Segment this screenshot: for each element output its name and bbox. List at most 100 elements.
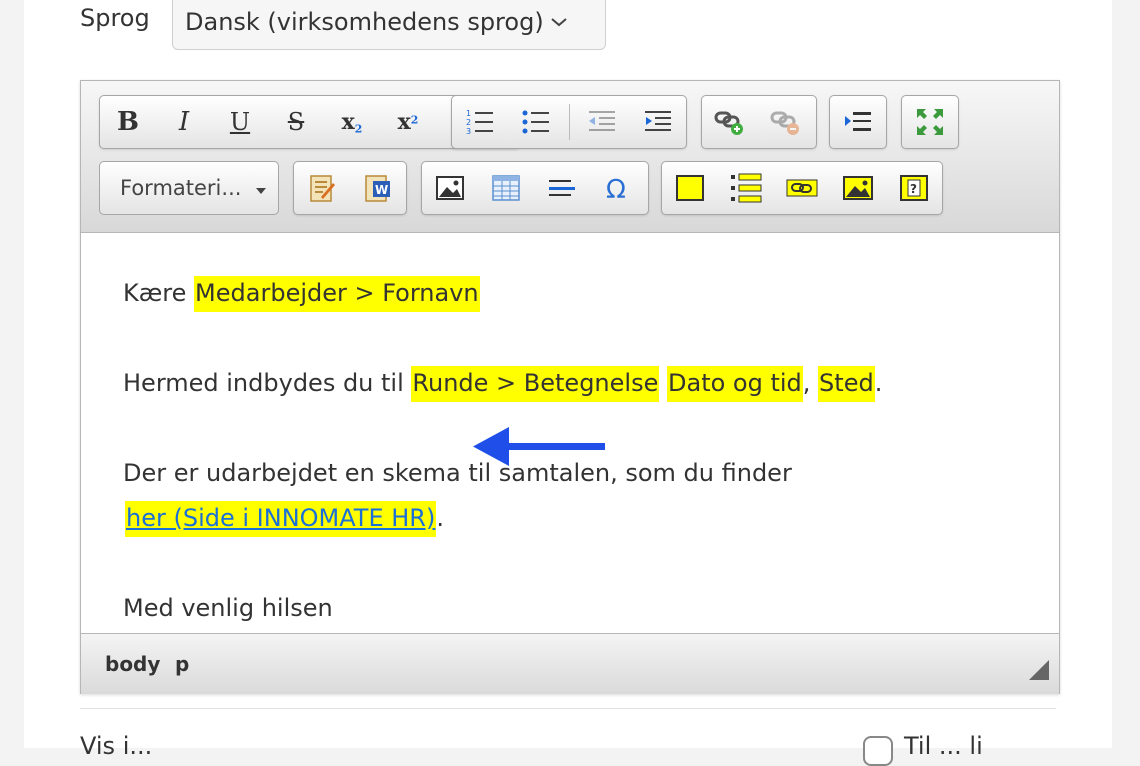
- superscript-button[interactable]: x2: [386, 100, 430, 144]
- list-group: 1 2 3: [451, 95, 687, 149]
- rich-text-editor: B I U S x2 x2 1 2 3 Formateri... W Ω ? K…: [80, 80, 1060, 694]
- underline-icon: U: [229, 108, 251, 136]
- format-dropdown-label: Formateri...: [120, 176, 242, 200]
- superscript-index: 2: [410, 113, 419, 127]
- paragraph-closing: Med venlig hilsen: [123, 594, 333, 622]
- subscript-button[interactable]: x2: [330, 100, 374, 144]
- element-path-p[interactable]: p: [175, 652, 189, 676]
- bottom-section-label: Vis i...: [80, 732, 153, 760]
- link-period: .: [436, 504, 444, 532]
- image-icon: [436, 176, 464, 200]
- strikethrough-button[interactable]: S: [274, 100, 318, 144]
- bold-button[interactable]: B: [106, 100, 150, 144]
- paste-word-icon: W: [365, 175, 390, 202]
- superscript-icon: x2: [398, 109, 419, 135]
- subscript-base: x: [341, 108, 355, 135]
- editor-statusbar: body p: [81, 633, 1059, 694]
- bold-icon: B: [117, 107, 139, 137]
- link-group: [701, 95, 817, 149]
- merge-list-icon: [731, 173, 762, 203]
- special-char-button[interactable]: Ω: [596, 166, 640, 210]
- unlink-icon: [770, 111, 799, 135]
- merge-field-group: ?: [661, 161, 943, 215]
- bulleted-list-button[interactable]: [514, 100, 558, 144]
- bottom-checkbox[interactable]: [863, 736, 893, 766]
- insert-image-button[interactable]: [428, 166, 472, 210]
- italic-button[interactable]: I: [162, 100, 206, 144]
- merge-field-date-time[interactable]: Dato og tid: [667, 366, 803, 402]
- numbered-list-icon: 1 2 3: [466, 109, 493, 136]
- svg-text:W: W: [375, 183, 388, 197]
- merge-field-first-name[interactable]: Medarbejder > Fornavn: [194, 276, 480, 312]
- resize-handle-icon[interactable]: [1029, 660, 1049, 680]
- merge-list-button[interactable]: [724, 166, 768, 210]
- maximize-group: [901, 95, 959, 149]
- element-path-body[interactable]: body: [105, 652, 160, 676]
- blockquote-button[interactable]: [836, 100, 880, 144]
- merge-field-place[interactable]: Sted: [818, 366, 875, 402]
- numbered-list-button[interactable]: 1 2 3: [458, 100, 502, 144]
- period: .: [874, 369, 883, 397]
- editor-toolbar: B I U S x2 x2 1 2 3 Formateri... W Ω ?: [81, 81, 1059, 233]
- merge-link-page[interactable]: her (Side i INNOMATE HR): [125, 501, 437, 537]
- format-dropdown[interactable]: Formateri...: [99, 161, 279, 215]
- horizontal-rule-icon: [549, 180, 575, 196]
- merge-link-button[interactable]: [780, 166, 824, 210]
- link-button[interactable]: [708, 100, 752, 144]
- bulleted-list-icon: [522, 110, 549, 134]
- invitation-text: Hermed indbydes du til: [123, 369, 412, 397]
- special-char-icon: Ω: [606, 175, 626, 203]
- language-select-value: Dansk (virksomhedens sprog): [185, 8, 544, 36]
- italic-icon: I: [178, 107, 190, 137]
- merge-field-button[interactable]: [668, 166, 712, 210]
- svg-text:2: 2: [466, 118, 471, 127]
- merge-image-button[interactable]: [836, 166, 880, 210]
- comma: ,: [802, 369, 819, 397]
- insert-group: Ω: [421, 161, 649, 215]
- underline-button[interactable]: U: [218, 100, 262, 144]
- link-icon: [714, 111, 743, 135]
- insert-table-button[interactable]: [484, 166, 528, 210]
- merge-question-icon: ?: [900, 175, 928, 201]
- svg-text:3: 3: [466, 127, 471, 136]
- merge-link-icon: [786, 179, 818, 197]
- outdent-button[interactable]: [580, 100, 624, 144]
- subscript-icon: x2: [342, 109, 363, 136]
- paste-text-icon: [310, 175, 335, 202]
- paragraph-greeting: Kære Medarbejder > Fornavn: [123, 276, 480, 312]
- chevron-down-icon: [550, 16, 568, 28]
- section-divider: [80, 708, 1056, 709]
- bottom-checkbox-label: Til ... li: [904, 732, 983, 760]
- paragraph-link: her (Side i INNOMATE HR).: [125, 501, 444, 537]
- paragraph-invitation: Hermed indbydes du til Runde > Betegnels…: [123, 366, 883, 402]
- merge-image-icon: [843, 176, 873, 200]
- paste-text-button[interactable]: [300, 166, 344, 210]
- subscript-index: 2: [354, 122, 363, 136]
- arrow-left-icon: [473, 427, 605, 466]
- language-label: Sprog: [80, 4, 150, 32]
- merge-field-round-name[interactable]: Runde > Betegnelse: [411, 366, 660, 402]
- caret-down-icon: [255, 176, 267, 200]
- blockquote-icon: [845, 112, 871, 131]
- paste-word-button[interactable]: W: [356, 166, 400, 210]
- merge-question-button[interactable]: ?: [892, 166, 936, 210]
- indent-icon: [645, 111, 671, 131]
- paste-group: W: [293, 161, 407, 215]
- greeting-text: Kære: [123, 279, 195, 307]
- svg-text:Ω: Ω: [606, 175, 626, 203]
- language-select[interactable]: Dansk (virksomhedens sprog): [172, 0, 606, 50]
- table-icon: [492, 175, 520, 201]
- form-text: Der er udarbejdet en skema til samtalen,…: [123, 459, 792, 487]
- superscript-base: x: [397, 109, 411, 135]
- maximize-button[interactable]: [908, 100, 952, 144]
- unlink-button[interactable]: [764, 100, 808, 144]
- maximize-icon: [917, 109, 943, 135]
- strikethrough-icon: S: [287, 108, 305, 136]
- svg-text:1: 1: [466, 109, 471, 118]
- blockquote-group: [829, 95, 887, 149]
- indent-button[interactable]: [636, 100, 680, 144]
- svg-text:?: ?: [910, 182, 917, 196]
- merge-field-icon: [676, 175, 704, 201]
- paragraph-form-text: Der er udarbejdet en skema til samtalen,…: [123, 459, 792, 487]
- horizontal-rule-button[interactable]: [540, 166, 584, 210]
